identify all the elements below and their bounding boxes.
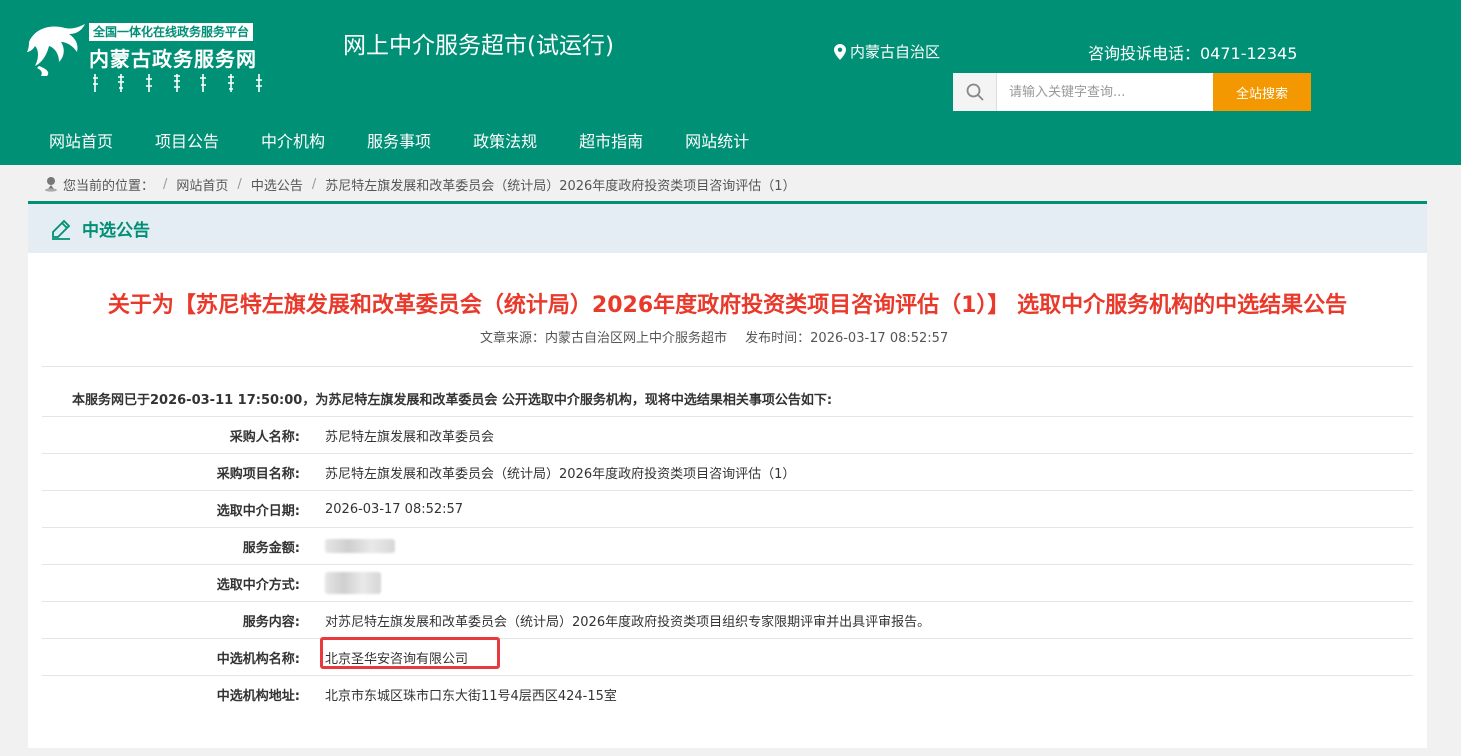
search-icon[interactable] (953, 73, 997, 111)
nav-home[interactable]: 网站首页 (28, 118, 134, 160)
user-location-icon (45, 177, 57, 192)
breadcrumb-label: 您当前的位置： (63, 178, 155, 194)
notice-intro: 本服务网已于2026-03-11 17:50:00，为苏尼特左旗发展和改革委员会… (72, 393, 833, 408)
edit-pencil-icon (52, 219, 71, 240)
breadcrumb-section[interactable]: 中选公告 (251, 175, 303, 194)
winning-agency-cell: 北京圣华安咨询有限公司 (300, 636, 500, 669)
field-value: 苏尼特左旗发展和改革委员会 (325, 429, 495, 445)
notice-panel: 中选公告 关于为【苏尼特左旗发展和改革委员会（统计局）2026年度政府投资类项目… (28, 201, 1427, 748)
main-nav: 网站首页 项目公告 中介机构 服务事项 政策法规 超市指南 网站统计 (28, 118, 770, 160)
region-selector[interactable]: 内蒙古自治区 (834, 41, 940, 62)
breadcrumb-separator: / (237, 176, 242, 192)
field-label: 服务金额: (242, 540, 300, 556)
portal-name: 内蒙古政务服务网 (89, 47, 257, 71)
redacted-blur (325, 572, 381, 594)
table-row: 选取中介日期: 2026-03-17 08:52:57 (42, 490, 1413, 527)
table-row: 采购人名称: 苏尼特左旗发展和改革委员会 (42, 416, 1413, 453)
field-label: 选取中介日期: (216, 503, 300, 519)
field-value-redacted (300, 539, 395, 554)
field-label: 服务内容: (242, 614, 300, 630)
field-label: 采购人名称: (229, 429, 300, 445)
section-title: 中选公告 (82, 221, 150, 241)
nav-policies[interactable]: 政策法规 (452, 118, 558, 160)
search-button[interactable]: 全站搜索 (1213, 73, 1311, 111)
breadcrumb-separator: / (311, 176, 317, 192)
search-input[interactable] (997, 73, 1213, 111)
table-row: 选取中介方式: (42, 564, 1413, 601)
nav-guide[interactable]: 超市指南 (558, 118, 664, 160)
publish-time: 发布时间：2026-03-17 08:52:57 (745, 331, 949, 346)
breadcrumb-separator: / (163, 176, 168, 192)
field-value: 对苏尼特左旗发展和改革委员会（统计局）2026年度政府投资类项目组织专家限期评审… (325, 614, 931, 630)
nav-project-notices[interactable]: 项目公告 (134, 118, 240, 160)
field-label: 中选机构名称: (216, 651, 300, 667)
logo-tagline: 全国一体化在线政务服务平台 (89, 23, 254, 41)
field-value-redacted (300, 572, 381, 594)
region-label: 内蒙古自治区 (850, 43, 941, 61)
site-header: 全国一体化在线政务服务平台 内蒙古政务服务网 网上中介服务超市(试运行) 内蒙古… (0, 0, 1461, 165)
nav-statistics[interactable]: 网站统计 (664, 118, 770, 160)
article-source: 文章来源：内蒙古自治区网上中介服务超市 (480, 331, 728, 346)
site-title: 网上中介服务超市(试运行) (343, 33, 614, 59)
site-search: 全站搜索 (953, 73, 1311, 111)
portal-logo[interactable]: 全国一体化在线政务服务平台 内蒙古政务服务网 (25, 20, 275, 100)
table-row: 采购项目名称: 苏尼特左旗发展和改革委员会（统计局）2026年度政府投资类项目咨… (42, 453, 1413, 490)
breadcrumb-current: 苏尼特左旗发展和改革委员会（统计局）2026年度政府投资类项目咨询评估（1） (325, 178, 796, 194)
horse-logo-icon (27, 24, 85, 76)
breadcrumb-home[interactable]: 网站首页 (176, 175, 228, 194)
location-pin-icon (834, 43, 846, 60)
highlight-box (320, 636, 500, 669)
notice-meta: 文章来源：内蒙古自治区网上中介服务超市 发布时间：2026-03-17 08:5… (480, 327, 948, 346)
nav-agencies[interactable]: 中介机构 (240, 118, 346, 160)
field-value: 北京市东城区珠市口东大街11号4层西区424-15室 (325, 688, 617, 704)
table-row: 中选机构地址: 北京市东城区珠市口东大街11号4层西区424-15室 (42, 675, 1413, 712)
nav-services[interactable]: 服务事项 (346, 118, 452, 160)
divider (42, 366, 1413, 367)
mongolian-script-logo (93, 74, 262, 92)
table-row: 服务金额: (42, 527, 1413, 564)
breadcrumb: 您当前的位置： / 网站首页 / 中选公告 / 苏尼特左旗发展和改革委员会（统计… (44, 174, 796, 194)
section-header: 中选公告 (28, 201, 1427, 253)
field-value: 苏尼特左旗发展和改革委员会（统计局）2026年度政府投资类项目咨询评估（1） (325, 466, 796, 482)
details-table: 采购人名称: 苏尼特左旗发展和改革委员会 采购项目名称: 苏尼特左旗发展和改革委… (42, 416, 1413, 712)
table-row: 服务内容: 对苏尼特左旗发展和改革委员会（统计局）2026年度政府投资类项目组织… (42, 601, 1413, 638)
field-value: 2026-03-17 08:52:57 (325, 501, 464, 517)
field-label: 采购项目名称: (216, 466, 300, 482)
hotline: 咨询投诉电话：0471-12345 (1088, 44, 1298, 63)
field-label: 中选机构地址: (216, 688, 300, 704)
table-row: 中选机构名称: 北京圣华安咨询有限公司 (42, 636, 1413, 675)
notice-title: 关于为【苏尼特左旗发展和改革委员会（统计局）2026年度政府投资类项目咨询评估（… (107, 293, 1348, 318)
field-label: 选取中介方式: (216, 577, 300, 593)
redacted-blur (325, 539, 395, 553)
